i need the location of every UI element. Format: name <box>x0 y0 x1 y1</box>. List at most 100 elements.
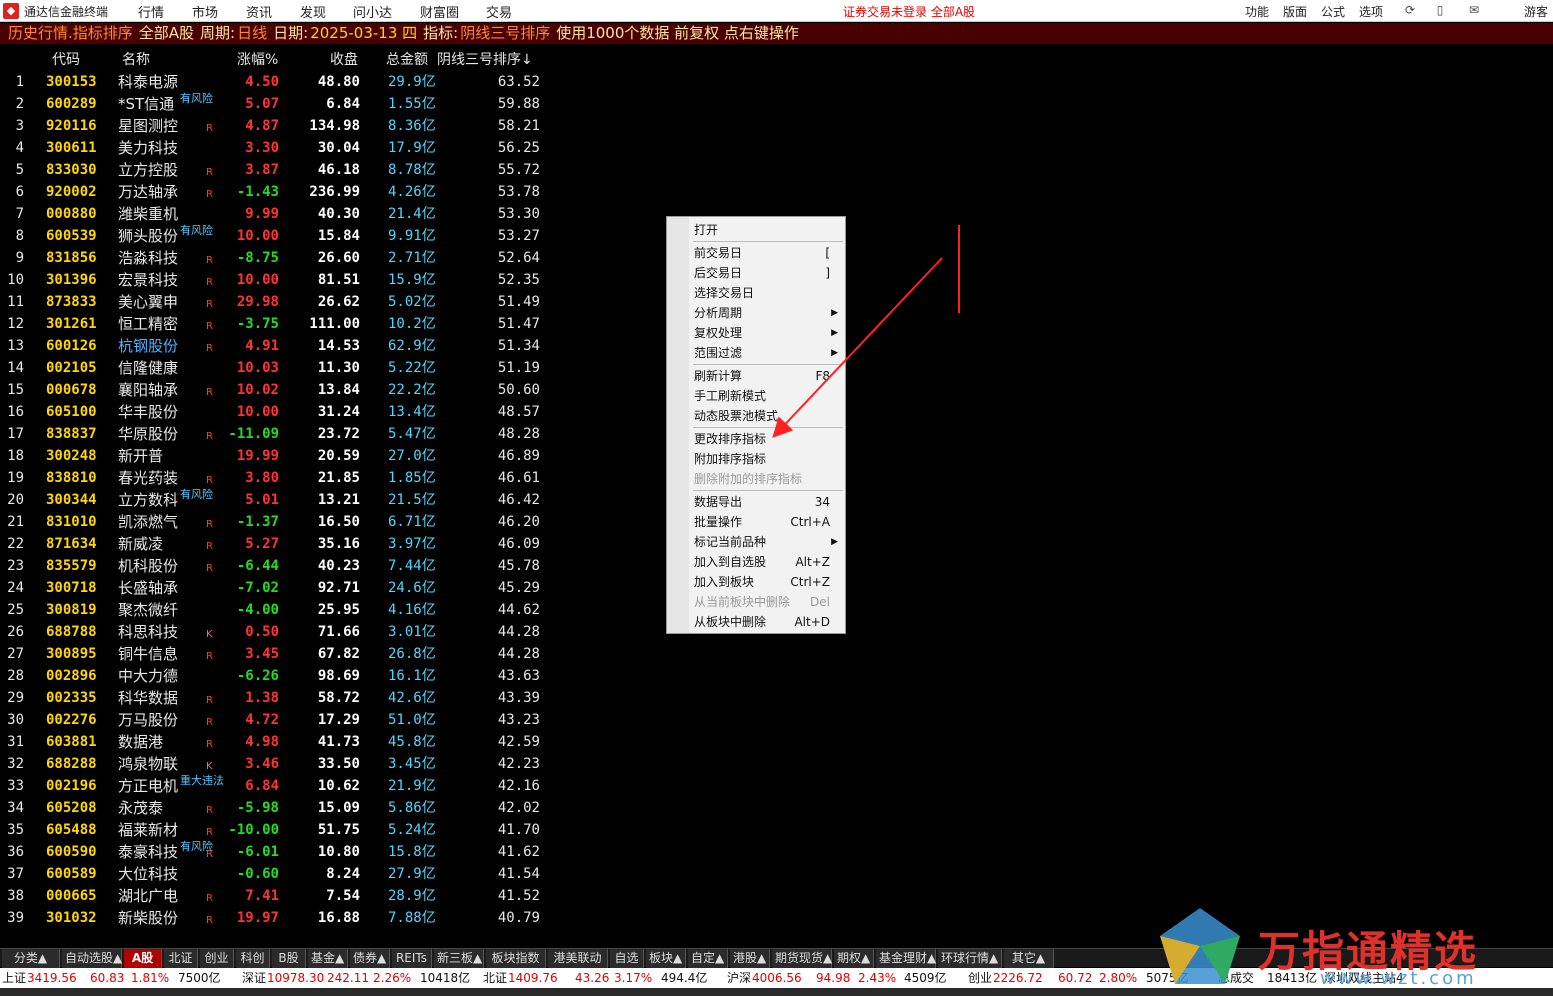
menu-item[interactable]: 加入到自选股 Alt+Z <box>694 552 844 572</box>
date-value[interactable]: 2025-03-13 四 <box>310 24 417 42</box>
table-row[interactable]: 37 600589 大位科技 -0.60 8.24 27.9亿 41.54 <box>0 863 560 885</box>
menu-market[interactable]: 市场 <box>192 2 218 21</box>
tab-market[interactable]: 其它▲ <box>1004 949 1054 968</box>
menu-item[interactable]: 数据导出 34 <box>694 492 844 512</box>
tab-market[interactable]: 期权▲ <box>834 949 874 968</box>
mail-icon[interactable]: ✉ <box>1466 3 1482 19</box>
table-row[interactable]: 19 838810 春光药装 R 3.80 21.85 1.85亿 46.61 <box>0 467 560 489</box>
tab-market[interactable]: 期货现货▲ <box>772 949 832 968</box>
tab-market[interactable]: 创业 <box>200 949 234 968</box>
menu-item[interactable]: 选择交易日 <box>694 283 844 303</box>
tab-market[interactable]: 环球行情▲ <box>938 949 1002 968</box>
table-row[interactable]: 24 300718 长盛轴承 -7.02 92.71 24.6亿 45.29 <box>0 577 560 599</box>
menu-formula[interactable]: 公式 <box>1321 3 1345 20</box>
hs-label[interactable]: 沪深 <box>727 968 751 988</box>
menu-trade[interactable]: 交易 <box>486 2 512 21</box>
table-row[interactable]: 39 301032 新柴股份 R 19.97 16.88 7.88亿 40.79 <box>0 907 560 929</box>
phone-icon[interactable]: ▯ <box>1432 3 1448 19</box>
tab-market[interactable]: 新三板▲ <box>434 949 484 968</box>
tab-market[interactable]: 自定▲ <box>688 949 728 968</box>
tab-market[interactable]: B股 <box>272 949 306 968</box>
table-row[interactable]: 30 002276 万马股份 R 4.72 17.29 51.0亿 43.23 <box>0 709 560 731</box>
table-row[interactable]: 33 002196 方正电机 重大违法 6.84 10.62 21.9亿 42.16 <box>0 774 560 797</box>
menu-item[interactable]: 前交易日 [ <box>694 243 844 263</box>
header-sort[interactable]: 阴线三号排序↓ <box>437 49 533 69</box>
table-row[interactable]: 16 605100 华丰股份 10.00 31.24 13.4亿 48.57 <box>0 401 560 423</box>
table-row[interactable]: 10 301396 宏景科技 R 10.00 81.51 15.9亿 52.35 <box>0 269 560 291</box>
menu-wealth[interactable]: 财富圈 <box>420 2 459 21</box>
tab-market[interactable]: 北证 <box>164 949 198 968</box>
tab-market[interactable]: 港股▲ <box>730 949 770 968</box>
menu-item[interactable]: 批量操作 Ctrl+A <box>694 512 844 532</box>
table-row[interactable]: 36 600590 泰豪科技 有风险 R -6.01 10.80 15.8亿 41.62 <box>0 840 560 863</box>
scope-label[interactable]: 全部A股 <box>139 24 194 42</box>
table-row[interactable]: 4 300611 美力科技 3.30 30.04 17.9亿 56.25 <box>0 137 560 159</box>
table-row[interactable]: 25 300819 聚杰微纤 -4.00 25.95 4.16亿 44.62 <box>0 599 560 621</box>
menu-item[interactable]: 打开 <box>694 220 844 240</box>
tab-market[interactable]: 科创 <box>236 949 270 968</box>
header-amount[interactable]: 总金额 <box>386 49 428 69</box>
login-alert[interactable]: 证券交易未登录 全部A股 <box>843 3 975 20</box>
menu-discover[interactable]: 发现 <box>300 2 326 21</box>
table-row[interactable]: 7 000880 潍柴重机 9.99 40.30 21.4亿 53.30 <box>0 203 560 225</box>
menu-ask[interactable]: 问小达 <box>353 2 392 21</box>
tab-market[interactable]: 板块指数 <box>486 949 546 968</box>
refresh-icon[interactable]: ⟳ <box>1402 3 1418 19</box>
header-pct[interactable]: 涨幅% <box>237 49 278 69</box>
table-row[interactable]: 21 831010 凯添燃气 R -1.37 16.50 6.71亿 46.20 <box>0 511 560 533</box>
table-row[interactable]: 31 603881 数据港 R 4.98 41.73 45.8亿 42.59 <box>0 731 560 753</box>
cy-label[interactable]: 创业 <box>968 968 992 988</box>
period-value[interactable]: 日线 <box>237 24 267 42</box>
table-row[interactable]: 8 600539 狮头股份 有风险 10.00 15.84 9.91亿 53.27 <box>0 224 560 247</box>
menu-item[interactable]: 从板块中删除 Alt+D <box>694 612 844 632</box>
tab-market[interactable]: 基金理财▲ <box>876 949 936 968</box>
table-row[interactable]: 15 000678 襄阳轴承 R 10.02 13.84 22.2亿 50.60 <box>0 379 560 401</box>
table-row[interactable]: 13 600126 杭钢股份 R 4.91 14.53 62.9亿 51.34 <box>0 335 560 357</box>
table-row[interactable]: 12 301261 恒工精密 R -3.75 111.00 10.2亿 51.47 <box>0 313 560 335</box>
table-row[interactable]: 22 871634 新威凌 R 5.27 35.16 3.97亿 46.09 <box>0 533 560 555</box>
table-row[interactable]: 29 002335 科华数据 R 1.38 58.72 42.6亿 43.39 <box>0 687 560 709</box>
table-row[interactable]: 26 688788 科思科技 K 0.50 71.66 3.01亿 44.28 <box>0 621 560 643</box>
menu-item[interactable]: 复权处理 ▶ <box>694 323 844 343</box>
header-close[interactable]: 收盘 <box>330 49 358 69</box>
table-row[interactable]: 18 300248 新开普 19.99 20.59 27.0亿 46.89 <box>0 445 560 467</box>
table-row[interactable]: 28 002896 中大力德 -6.26 98.69 16.1亿 43.63 <box>0 665 560 687</box>
table-row[interactable]: 23 835579 机科股份 R -6.44 40.23 7.44亿 45.78 <box>0 555 560 577</box>
menu-item[interactable]: 动态股票池模式 <box>694 406 844 426</box>
menu-item[interactable]: 标记当前品种 ▶ <box>694 532 844 552</box>
table-row[interactable]: 2 600289 *ST信通 有风险 5.07 6.84 1.55亿 59.88 <box>0 92 560 115</box>
table-row[interactable]: 9 831856 浩淼科技 R -8.75 26.60 2.71亿 52.64 <box>0 247 560 269</box>
header-name[interactable]: 名称 <box>122 49 150 69</box>
tab-market[interactable]: 板块▲ <box>646 949 686 968</box>
table-row[interactable]: 6 920002 万达轴承 R -1.43 236.99 4.26亿 53.78 <box>0 181 560 203</box>
menu-item[interactable]: 刷新计算 F8 <box>694 366 844 386</box>
table-row[interactable]: 5 833030 立方控股 R 3.87 46.18 8.78亿 55.72 <box>0 159 560 181</box>
table-row[interactable]: 17 838837 华原股份 R -11.09 23.72 5.47亿 48.28 <box>0 423 560 445</box>
menu-item[interactable]: 范围过滤 ▶ <box>694 343 844 363</box>
menu-item[interactable]: 更改排序指标 <box>694 429 844 449</box>
table-row[interactable]: 27 300895 铜牛信息 R 3.45 67.82 26.8亿 44.28 <box>0 643 560 665</box>
menu-options[interactable]: 选项 <box>1359 3 1383 20</box>
sz-label[interactable]: 深证 <box>242 968 266 988</box>
tab-market[interactable]: 基金▲ <box>308 949 348 968</box>
bz-label[interactable]: 北证 <box>483 968 507 988</box>
table-row[interactable]: 32 688288 鸿泉物联 K 3.46 33.50 3.45亿 42.23 <box>0 753 560 775</box>
header-code[interactable]: 代码 <box>52 49 80 69</box>
tab-market[interactable]: REITs <box>392 949 432 968</box>
menu-market-quotes[interactable]: 行情 <box>138 2 164 21</box>
tab-market[interactable]: 港美联动 <box>548 949 608 968</box>
menu-item[interactable]: 附加排序指标 <box>694 449 844 469</box>
sh-label[interactable]: 上证 <box>2 968 26 988</box>
menu-item[interactable]: 手工刷新模式 <box>694 386 844 406</box>
tab-market[interactable]: A股 <box>124 949 162 968</box>
table-row[interactable]: 34 605208 永茂泰 R -5.98 15.09 5.86亿 42.02 <box>0 797 560 819</box>
tab-market[interactable]: 债券▲ <box>350 949 390 968</box>
table-row[interactable]: 14 002105 信隆健康 10.03 11.30 5.22亿 51.19 <box>0 357 560 379</box>
table-row[interactable]: 38 000665 湖北广电 R 7.41 7.54 28.9亿 41.52 <box>0 885 560 907</box>
table-row[interactable]: 35 605488 福莱新材 R -10.00 51.75 5.24亿 41.70 <box>0 819 560 841</box>
menu-function[interactable]: 功能 <box>1245 3 1269 20</box>
menu-news[interactable]: 资讯 <box>246 2 272 21</box>
menu-item[interactable]: 后交易日] <box>694 263 844 283</box>
tab-market[interactable]: 自动选股▲ <box>62 949 122 968</box>
table-row[interactable]: 3 920116 星图测控 R 4.87 134.98 8.36亿 58.21 <box>0 115 560 137</box>
